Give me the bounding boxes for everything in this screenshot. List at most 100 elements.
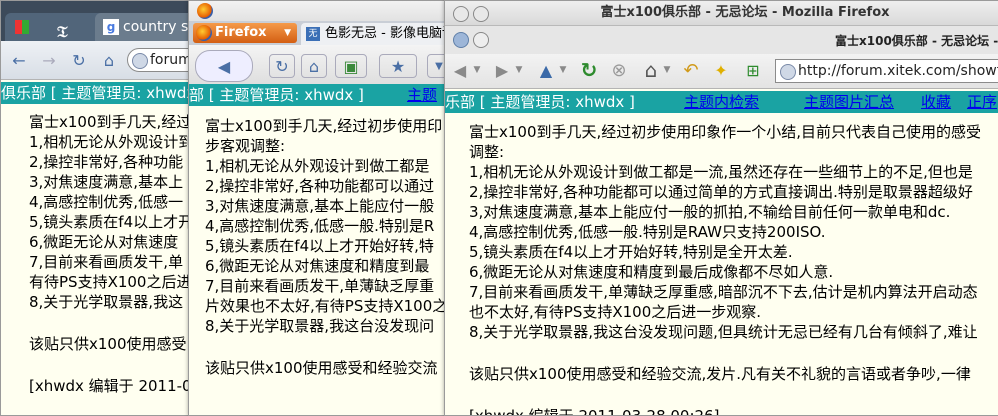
forward-button[interactable]: → <box>37 49 61 71</box>
post-line: 有待PS支持X100之后进 <box>29 273 192 291</box>
post-line: 富士x100到手几天,经过初步使用印象作一个小结,目前只代表自己使用的感受 <box>469 123 982 141</box>
post-body: 富士x100到手几天,经过初步使用印 步客观调整: 1,相机无论从外观设计到做工… <box>205 116 447 378</box>
addons-button[interactable]: ▣ <box>335 54 367 78</box>
post-line: 5,镜头素质在f4以上才开 <box>29 213 194 231</box>
post-line: 6,微距无论从对焦速度 <box>29 233 179 251</box>
post-line: 7,目前来看画质发干,单 <box>29 253 184 271</box>
post-line: 富士x100到手几天,经过初步使用印 <box>205 117 443 135</box>
sort-ascending-link[interactable]: 正序 <box>967 91 997 113</box>
reload-button[interactable]: ↻ <box>577 58 601 82</box>
forward-button[interactable]: ▶ <box>491 58 513 82</box>
post-edited-note: [xhwdx 编辑于 2011-0 <box>29 377 192 395</box>
xitek-favicon-icon: 无 <box>306 27 320 41</box>
post-line: 3,对焦速度满意,基本上 <box>29 173 184 191</box>
window-minimize-button[interactable] <box>473 6 489 22</box>
home-menu-button[interactable]: ▼ <box>661 58 673 82</box>
address-bar[interactable]: http://forum.xitek.com/showthread.p <box>775 59 998 83</box>
reload-icon: ↻ <box>72 50 86 70</box>
forward-history-button[interactable]: ▼ <box>513 58 525 82</box>
reload-icon: ↻ <box>275 56 289 76</box>
back-forward-button[interactable]: ◀ <box>195 50 253 82</box>
back-button[interactable]: ◀ <box>449 58 471 82</box>
post-line: 6,微距无论从对焦速度和精度到最后成像都不尽如人意. <box>469 263 834 281</box>
firefox-logo-icon <box>197 3 213 19</box>
chevron-down-icon: ▼ <box>284 28 291 38</box>
restore-icon[interactable] <box>473 32 489 48</box>
post-summary: 该贴只供x100使用感受 <box>29 335 187 353</box>
globe-icon <box>453 32 469 48</box>
forum-header-bar: 乐部 [ 主题管理员: xhwdx ] 主题内检索 主题图片汇总 收藏 正序 <box>445 91 998 113</box>
tab-label: 色影无忌 - 影像电脑论 <box>325 26 455 41</box>
new-tab-icon: ⊞ <box>746 60 760 80</box>
chevron-down-icon: ▼ <box>473 65 481 75</box>
tab-label: country se <box>123 19 197 35</box>
post-line: 4,高感控制优秀,低感一般.特别是R <box>205 217 435 235</box>
home-button[interactable]: ⌂ <box>301 54 327 78</box>
home-button[interactable]: ⌂ <box>97 49 121 71</box>
post-line: 3,对焦速度满意,基本上能应付一般的抓拍,不输给目前任何一款单电和dc. <box>469 203 951 221</box>
undo-arrow-icon: ↶ <box>683 59 699 81</box>
arrow-left-icon: ← <box>12 50 26 70</box>
post-line: 5,镜头素质在f4以上才开始好转,特 <box>205 237 434 255</box>
arrow-up-icon: ▲ <box>539 60 553 80</box>
globe-icon <box>132 53 148 69</box>
up-history-button[interactable]: ▼ <box>557 58 569 82</box>
reload-button[interactable]: ↻ <box>269 54 295 78</box>
google-icon: g <box>103 19 119 35</box>
post-line: 8,关于光学取景器,我这 <box>29 293 184 311</box>
new-tab-button[interactable]: ⊞ <box>741 58 765 82</box>
url-text: http://forum.xitek.com/showthread.p <box>798 63 998 79</box>
forum-link[interactable]: 主题 <box>407 86 437 104</box>
post-line: 6,微距无论从对焦速度和精度到最 <box>205 257 430 275</box>
forum-moderator-label: 俱乐部 [ 主题管理员: xhwdx ] <box>1 84 206 102</box>
new-bookmark-button[interactable]: ✦ <box>709 58 733 82</box>
post-line: 富士x100到手几天,经过 <box>29 113 192 131</box>
post-line: 3,对焦速度满意,基本上能应付一般 <box>205 197 435 215</box>
post-summary: 该贴只供x100使用感受和经验交流 <box>205 359 438 377</box>
puzzle-icon: ▣ <box>343 56 359 76</box>
back-button[interactable]: ← <box>7 49 31 71</box>
arrow-left-icon: ◀ <box>453 60 467 80</box>
forum-moderator-label: 乐部 [ 主题管理员: xhwdx ] <box>445 93 635 111</box>
window-title: 富士x100俱乐部 - 无忌论坛 - Mozilla Firefox <box>600 5 890 20</box>
topic-images-link[interactable]: 主题图片汇总 <box>804 91 894 113</box>
bookmark-star-icon: ★ <box>390 56 406 76</box>
back-history-button[interactable]: ▼ <box>471 58 483 82</box>
post-line: 也不太好,有待PS支持X100之后进一步观察. <box>469 303 762 321</box>
up-button[interactable]: ▲ <box>535 58 557 82</box>
window-close-button[interactable] <box>453 6 469 22</box>
post-line: 步客观调整: <box>205 137 286 155</box>
tab-forum[interactable]: 富士x100俱乐部 - 无忌论坛 - <box>835 28 998 54</box>
arrow-right-icon: → <box>42 50 56 70</box>
home-button[interactable]: ⌂ <box>639 58 663 82</box>
post-line: 调整: <box>469 143 505 161</box>
post-body: 富士x100到手几天,经过 1,相机无论从外观设计到 2,操控非常好,各种功能 … <box>29 112 193 396</box>
tab-label: 富士x100俱乐部 - 无忌论坛 - <box>835 34 998 48</box>
home-icon: ⌂ <box>644 58 658 82</box>
post-line: 片效果也不太好,有待PS支持X100之 <box>205 297 448 315</box>
tab-bar: 富士x100俱乐部 - 无忌论坛 - <box>445 26 998 54</box>
arrow-right-icon: ▶ <box>495 60 509 80</box>
stop-button[interactable]: ⊗ <box>607 58 631 82</box>
bookmarks-button[interactable]: ★ <box>379 54 417 78</box>
reload-button[interactable]: ↻ <box>67 49 91 71</box>
post-line: 1,相机无论从外观设计到做工都是一流,虽然还存在一些细节上的不足,但也是 <box>469 163 973 181</box>
post-line: 4,高感控制优秀,低感一般.特别是RAW只支持200ISO. <box>469 223 826 241</box>
post-edited-note: [xhwdx 编辑于 2011-03-28 00:26] <box>469 407 720 416</box>
post-line: 2,操控非常好,各种功能都可以通过简单的方式直接调出.特别是取景器超级好 <box>469 183 973 201</box>
favorite-link[interactable]: 收藏 <box>921 91 951 113</box>
post-line: 2,操控非常好,各种功能 <box>29 153 184 171</box>
post-summary: 该贴只供x100使用感受和经验交流,发片.凡有关不礼貌的言语或者争吵,一律 <box>469 365 971 383</box>
firefox-menu-button[interactable]: Firefox ▼ <box>193 23 297 43</box>
post-line: 4,高感控制优秀,低感一 <box>29 193 184 211</box>
chevron-down-icon: ▼ <box>515 65 523 75</box>
post-line: 8,关于光学取景器,我这台没发现问 <box>205 317 435 335</box>
nyt-logo-icon: 𝔗 <box>57 22 68 41</box>
search-in-topic-link[interactable]: 主题内检索 <box>684 91 759 113</box>
toolbar: ◀ ▼ ▶ ▼ ▲ ▼ ↻ ⊗ ⌂ ▼ ↶ ✦ ⊞ http://forum.x… <box>445 54 998 89</box>
chevron-down-icon: ▼ <box>435 60 443 72</box>
undo-close-button[interactable]: ↶ <box>679 58 703 82</box>
post-body: 富士x100到手几天,经过初步使用印象作一个小结,目前只代表自己使用的感受 调整… <box>469 122 982 416</box>
home-icon: ⌂ <box>308 56 320 76</box>
arrow-left-icon: ◀ <box>217 56 231 76</box>
